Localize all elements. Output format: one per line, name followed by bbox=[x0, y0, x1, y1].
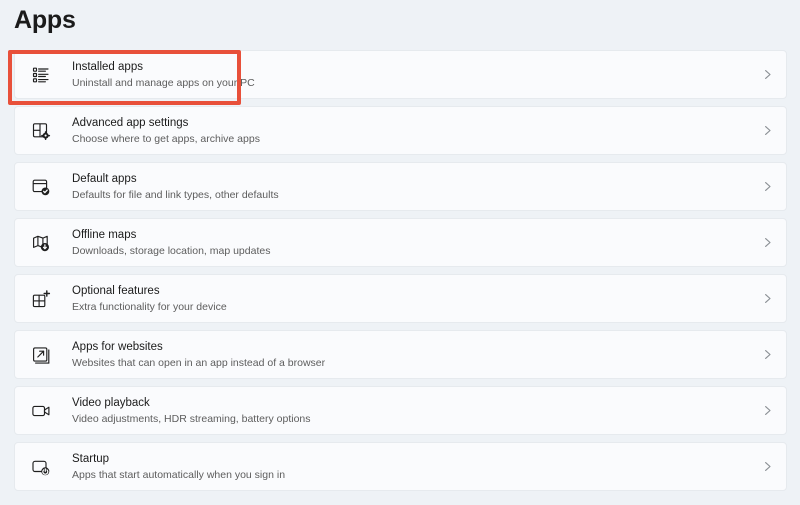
settings-row-subtitle: Video adjustments, HDR streaming, batter… bbox=[72, 412, 311, 425]
startup-window-power-icon bbox=[19, 457, 63, 477]
optional-features-grid-plus-icon bbox=[19, 289, 63, 309]
settings-row-subtitle: Websites that can open in an app instead… bbox=[72, 356, 326, 369]
apps-for-websites-external-link-icon bbox=[19, 345, 63, 365]
settings-row-text: Installed apps Uninstall and manage apps … bbox=[63, 60, 748, 90]
settings-row-subtitle: Apps that start automatically when you s… bbox=[72, 468, 286, 481]
settings-row-offline-maps[interactable]: Offline maps Downloads, storage location,… bbox=[14, 218, 787, 267]
settings-row-optional-features[interactable]: Optional features Extra functionality for… bbox=[14, 274, 787, 323]
settings-row-title: Apps for websites bbox=[72, 340, 163, 353]
settings-row-video-playback[interactable]: Video playback Video adjustments, HDR str… bbox=[14, 386, 787, 435]
settings-row-default-apps[interactable]: Default apps Defaults for file and link t… bbox=[14, 162, 787, 211]
settings-row-title: Startup bbox=[72, 452, 110, 465]
settings-row-subtitle: Defaults for file and link types, other … bbox=[72, 188, 279, 201]
offline-maps-map-download-icon bbox=[19, 233, 63, 253]
settings-row-title: Video playback bbox=[72, 396, 150, 409]
advanced-app-settings-grid-gear-icon bbox=[19, 121, 63, 141]
chevron-right-icon[interactable] bbox=[748, 180, 786, 193]
settings-row-advanced-app-settings[interactable]: Advanced app settings Choose where to get… bbox=[14, 106, 787, 155]
settings-row-title: Optional features bbox=[72, 284, 160, 297]
settings-row-apps-for-websites[interactable]: Apps for websites Websites that can open … bbox=[14, 330, 787, 379]
settings-row-startup[interactable]: Startup Apps that start automatically whe… bbox=[14, 442, 787, 491]
settings-row-text: Optional features Extra functionality for… bbox=[63, 284, 748, 314]
chevron-right-icon[interactable] bbox=[748, 460, 786, 473]
settings-row-text: Video playback Video adjustments, HDR str… bbox=[63, 396, 748, 426]
settings-row-title: Default apps bbox=[72, 172, 137, 185]
settings-row-title: Installed apps bbox=[72, 60, 143, 73]
installed-apps-list-icon bbox=[19, 65, 63, 85]
chevron-right-icon[interactable] bbox=[748, 236, 786, 249]
chevron-right-icon[interactable] bbox=[748, 124, 786, 137]
settings-list: Installed apps Uninstall and manage apps … bbox=[14, 50, 787, 498]
page-title: Apps bbox=[14, 6, 76, 34]
settings-row-subtitle: Uninstall and manage apps on your PC bbox=[72, 76, 255, 89]
settings-row-title: Advanced app settings bbox=[72, 116, 189, 129]
apps-settings-page: Apps Installed apps Uninstall and manage … bbox=[0, 0, 800, 505]
video-playback-video-camera-icon bbox=[19, 401, 63, 421]
settings-row-text: Advanced app settings Choose where to get… bbox=[63, 116, 748, 146]
settings-row-text: Offline maps Downloads, storage location,… bbox=[63, 228, 748, 258]
settings-row-subtitle: Choose where to get apps, archive apps bbox=[72, 132, 260, 145]
settings-row-title: Offline maps bbox=[72, 228, 137, 241]
chevron-right-icon[interactable] bbox=[748, 292, 786, 305]
settings-row-installed-apps[interactable]: Installed apps Uninstall and manage apps … bbox=[14, 50, 787, 99]
chevron-right-icon[interactable] bbox=[748, 348, 786, 361]
chevron-right-icon[interactable] bbox=[748, 404, 786, 417]
settings-row-text: Default apps Defaults for file and link t… bbox=[63, 172, 748, 202]
settings-row-text: Startup Apps that start automatically whe… bbox=[63, 452, 748, 482]
chevron-right-icon[interactable] bbox=[748, 68, 786, 81]
settings-row-subtitle: Downloads, storage location, map updates bbox=[72, 244, 271, 257]
settings-row-text: Apps for websites Websites that can open … bbox=[63, 340, 748, 370]
default-apps-window-check-icon bbox=[19, 177, 63, 197]
settings-row-subtitle: Extra functionality for your device bbox=[72, 300, 227, 313]
